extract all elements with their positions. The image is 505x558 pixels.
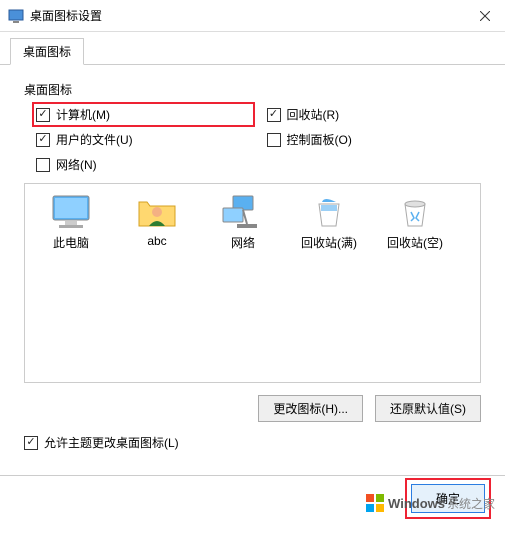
icon-recycle-full[interactable]: 回收站(满) — [295, 194, 363, 251]
group-label: 桌面图标 — [24, 81, 481, 98]
titlebar: 桌面图标设置 — [0, 0, 505, 32]
icon-buttons-row: 更改图标(H)... 还原默认值(S) — [24, 395, 481, 422]
restore-default-button[interactable]: 还原默认值(S) — [375, 395, 481, 422]
tab-desktop-icons[interactable]: 桌面图标 — [10, 38, 84, 65]
checkbox-icon — [36, 133, 50, 147]
checkbox-label: 计算机(M) — [56, 106, 110, 123]
checkbox-label: 回收站(R) — [287, 106, 340, 123]
checkbox-label: 控制面板(O) — [287, 131, 352, 148]
change-icon-button[interactable]: 更改图标(H)... — [258, 395, 363, 422]
icon-recycle-empty[interactable]: 回收站(空) — [381, 194, 449, 251]
app-icon — [8, 8, 24, 24]
checkbox-label: 允许主题更改桌面图标(L) — [44, 434, 179, 451]
checkbox-grid: 计算机(M) 回收站(R) 用户的文件(U) 控制面板(O) 网络(N) — [36, 106, 481, 173]
checkbox-computer[interactable]: 计算机(M) — [32, 102, 255, 127]
windows-logo-icon — [366, 494, 384, 512]
window-title: 桌面图标设置 — [30, 7, 465, 24]
recycle-full-icon — [307, 194, 351, 230]
checkbox-userfiles[interactable]: 用户的文件(U) — [36, 131, 251, 148]
icon-label: abc — [147, 234, 166, 248]
checkbox-label: 用户的文件(U) — [56, 131, 133, 148]
ok-highlight: 确定 — [405, 478, 491, 519]
tab-row: 桌面图标 — [0, 32, 505, 65]
icon-user-folder[interactable]: abc — [123, 194, 191, 251]
recycle-empty-icon — [393, 194, 437, 230]
network-icon — [221, 194, 265, 230]
dialog-bottom-bar: Windows 系统之家 确定 — [0, 475, 505, 521]
checkbox-icon — [267, 133, 281, 147]
close-button[interactable] — [465, 0, 505, 32]
checkbox-icon — [24, 436, 38, 450]
checkbox-label: 网络(N) — [56, 156, 97, 173]
checkbox-icon — [36, 158, 50, 172]
icon-row: 此电脑 abc 网络 — [37, 194, 468, 251]
monitor-icon — [49, 194, 93, 230]
checkbox-recycle[interactable]: 回收站(R) — [267, 106, 482, 123]
icon-preview-box: 此电脑 abc 网络 — [24, 183, 481, 383]
checkbox-icon — [267, 108, 281, 122]
icon-label: 回收站(空) — [387, 234, 443, 251]
close-icon — [480, 11, 490, 21]
icon-label: 此电脑 — [53, 234, 89, 251]
checkbox-icon — [36, 108, 50, 122]
ok-button[interactable]: 确定 — [411, 484, 485, 513]
folder-user-icon — [135, 194, 179, 230]
panel: 桌面图标 计算机(M) 回收站(R) 用户的文件(U) 控制面板(O) 网络(N… — [0, 65, 505, 475]
icon-network[interactable]: 网络 — [209, 194, 277, 251]
checkbox-control-panel[interactable]: 控制面板(O) — [267, 131, 482, 148]
icon-label: 回收站(满) — [301, 234, 357, 251]
checkbox-allow-theme[interactable]: 允许主题更改桌面图标(L) — [24, 434, 481, 451]
checkbox-network[interactable]: 网络(N) — [36, 156, 251, 173]
icon-label: 网络 — [231, 234, 255, 251]
icon-this-pc[interactable]: 此电脑 — [37, 194, 105, 251]
